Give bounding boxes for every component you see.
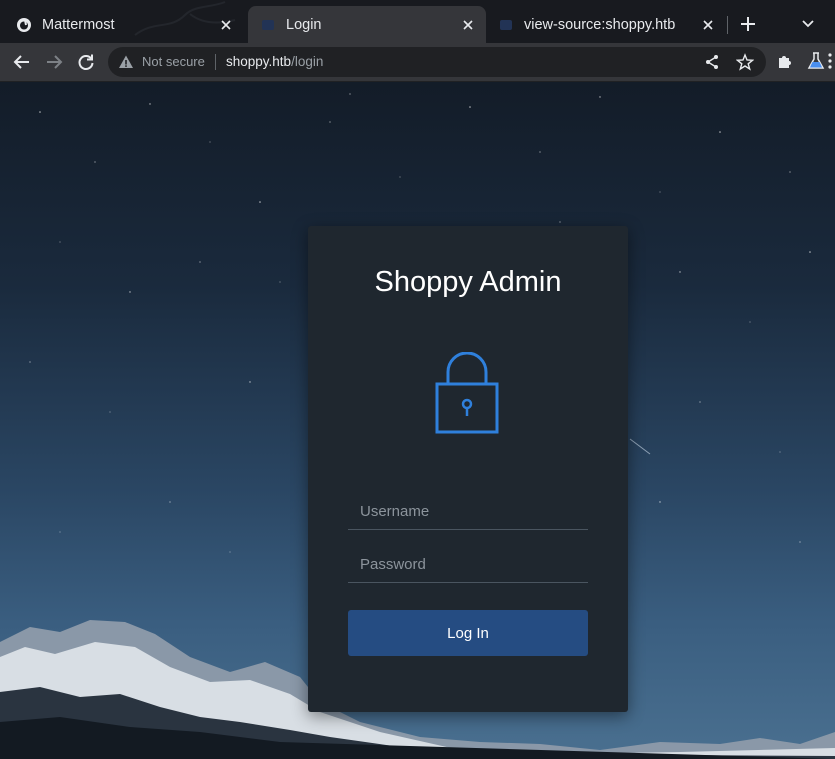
share-icon[interactable] [704,54,720,70]
login-page: Shoppy Admin Log In [0,82,835,759]
close-tab-icon[interactable] [220,19,232,31]
security-status[interactable]: Not secure [142,54,205,69]
labs-flask-icon[interactable] [806,51,826,71]
password-field[interactable] [348,547,588,583]
lock-icon [435,352,499,434]
chevron-down-icon[interactable] [800,16,816,32]
page-icon [262,19,274,30]
username-field[interactable] [348,494,588,530]
extensions-puzzle-icon[interactable] [776,52,794,70]
url-text[interactable]: shoppy.htb/login [226,54,323,69]
page-title: Shoppy Admin [374,266,562,298]
bookmark-star-icon[interactable] [736,53,754,71]
forward-arrow-icon[interactable] [44,52,64,72]
mattermost-icon [17,17,31,32]
divider [215,54,216,70]
close-tab-icon[interactable] [702,19,714,31]
reload-icon[interactable] [76,52,96,72]
new-tab-icon[interactable] [738,14,758,34]
url-host: shoppy.htb [226,54,292,69]
tab-title: view-source:shoppy.htb [524,16,676,33]
more-menu-icon[interactable] [826,52,834,70]
browser-toolbar: Not secure shoppy.htb/login [0,43,835,82]
address-bar[interactable]: Not secure shoppy.htb/login [108,47,766,77]
tab-separator [727,16,728,34]
tab-view-source[interactable]: view-source:shoppy.htb [486,6,726,43]
tab-strip: Mattermost Login view-source:shoppy.htb [0,0,835,43]
url-path: /login [291,54,324,69]
tab-title: Login [286,16,322,33]
back-arrow-icon[interactable] [12,52,32,72]
page-icon [500,19,512,30]
login-button[interactable]: Log In [348,610,588,656]
tab-login[interactable]: Login [248,6,486,43]
warning-icon[interactable] [118,54,134,70]
tab-mattermost[interactable]: Mattermost [4,6,244,43]
close-tab-icon[interactable] [462,19,474,31]
login-card: Shoppy Admin Log In [308,226,628,712]
tab-title: Mattermost [42,16,115,33]
